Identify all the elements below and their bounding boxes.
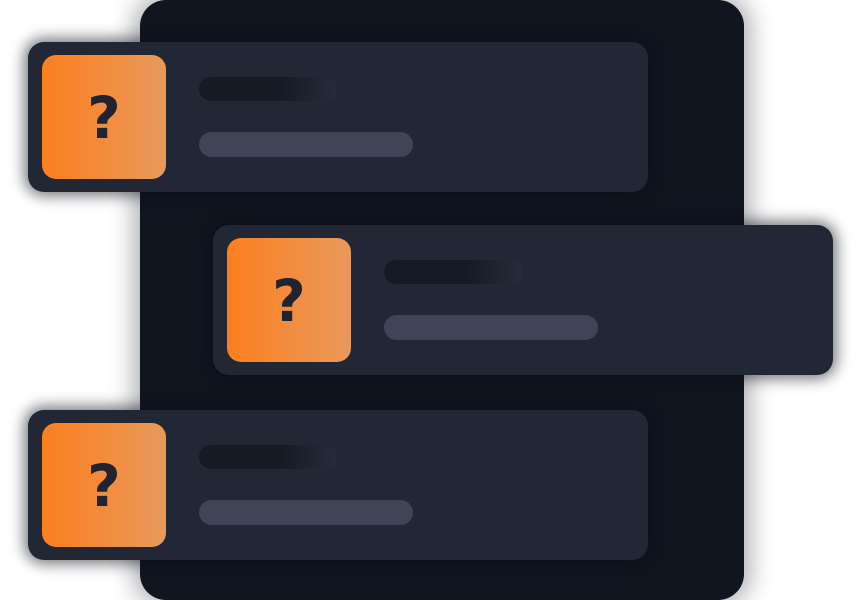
question-mark-icon: ? bbox=[87, 84, 121, 152]
title-placeholder-bar bbox=[199, 445, 337, 469]
title-placeholder-bar bbox=[199, 77, 337, 101]
subtitle-placeholder-bar bbox=[199, 132, 413, 157]
placeholder-tile: ? bbox=[42, 423, 166, 547]
title-placeholder-bar bbox=[384, 260, 522, 284]
question-mark-icon: ? bbox=[87, 452, 121, 520]
placeholder-tile: ? bbox=[42, 55, 166, 179]
subtitle-placeholder-bar bbox=[384, 315, 598, 340]
subtitle-placeholder-bar bbox=[199, 500, 413, 525]
placeholder-tile: ? bbox=[227, 238, 351, 362]
question-mark-icon: ? bbox=[272, 267, 306, 335]
list-item[interactable]: ? bbox=[213, 225, 833, 375]
list-item[interactable]: ? bbox=[28, 42, 648, 192]
list-item[interactable]: ? bbox=[28, 410, 648, 560]
